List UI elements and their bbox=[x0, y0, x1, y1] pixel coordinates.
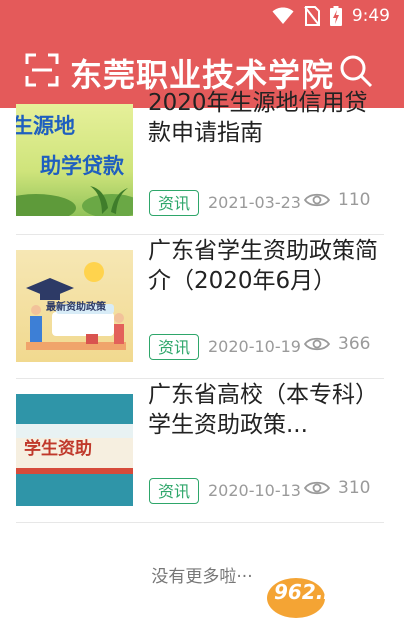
category-tag: 资讯 bbox=[149, 334, 199, 360]
view-count: 110 bbox=[304, 190, 370, 210]
list-item[interactable]: 生源地 助学贷款 2020年生源地信用贷款申请指南 资讯 2021-03-23 … bbox=[0, 90, 404, 238]
battery-charging-icon bbox=[329, 6, 342, 26]
watermark-sub: 乐游网 bbox=[328, 606, 368, 621]
search-icon[interactable] bbox=[338, 53, 374, 89]
view-count-value: 310 bbox=[338, 478, 371, 498]
article-thumbnail: 最新资助政策 bbox=[16, 250, 133, 362]
watermark-brand: 962.NET bbox=[274, 580, 368, 604]
article-thumbnail: 学生资助 bbox=[16, 394, 133, 506]
view-count-value: 366 bbox=[338, 334, 371, 354]
category-tag: 资讯 bbox=[149, 478, 199, 504]
list-item[interactable]: 最新资助政策 广东省学生资助政策简介（2020年6月） 资讯 2020-10-1… bbox=[0, 236, 404, 380]
list-item[interactable]: 学生资助 广东省高校（本专科）学生资助政策... 资讯 2020-10-13 3… bbox=[0, 380, 404, 524]
divider bbox=[16, 378, 384, 379]
article-date: 2020-10-19 bbox=[208, 337, 301, 356]
article-date: 2020-10-13 bbox=[208, 481, 301, 500]
status-time: 9:49 bbox=[351, 6, 390, 26]
article-title: 2020年生源地信用贷款申请指南 bbox=[148, 90, 368, 146]
article-title: 广东省学生资助政策简介（2020年6月） bbox=[148, 238, 378, 294]
article-thumbnail: 生源地 助学贷款 bbox=[16, 104, 133, 216]
eye-icon bbox=[304, 337, 330, 351]
thumbnail-text: 学生资助 bbox=[24, 439, 92, 459]
view-count: 366 bbox=[304, 334, 370, 354]
watermark-logo: 962.NET 乐游网 bbox=[266, 576, 398, 621]
divider bbox=[16, 234, 384, 235]
thumbnail-text: 生源地 bbox=[16, 114, 75, 138]
eye-icon bbox=[304, 481, 330, 495]
article-date: 2021-03-23 bbox=[208, 193, 301, 212]
divider bbox=[16, 522, 384, 523]
thumbnail-text: 最新资助政策 bbox=[46, 302, 106, 313]
status-bar: 9:49 bbox=[0, 0, 404, 36]
no-sim-icon bbox=[304, 6, 320, 26]
category-tag: 资讯 bbox=[149, 190, 199, 216]
view-count-value: 110 bbox=[338, 190, 371, 210]
view-count: 310 bbox=[304, 478, 370, 498]
status-icons: 9:49 bbox=[272, 6, 390, 26]
wifi-icon bbox=[272, 7, 294, 24]
thumbnail-text: 助学贷款 bbox=[40, 154, 124, 178]
eye-icon bbox=[304, 193, 330, 207]
article-title: 广东省高校（本专科）学生资助政策... bbox=[148, 382, 378, 438]
